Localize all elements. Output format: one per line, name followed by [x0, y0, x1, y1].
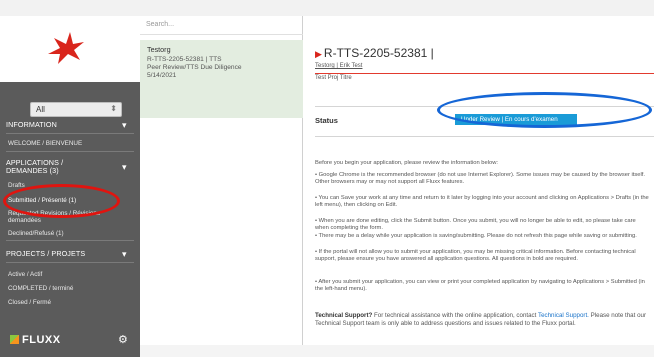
record-title-text: R-TTS-2205-52381 | — [323, 46, 434, 60]
divider — [6, 240, 134, 241]
tech-support-text: Technical Support? For technical assista… — [315, 312, 651, 328]
divider — [140, 34, 303, 35]
sidebar-item-active[interactable]: Active / Actif — [8, 271, 42, 278]
list-item[interactable]: Testorg R-TTS-2205-52381 | TTS Peer Revi… — [140, 40, 303, 118]
detail-panel: ▶ R-TTS-2205-52381 | Testorg | Erik Test … — [303, 16, 654, 357]
divider — [315, 136, 654, 137]
record-list: Search... Testorg R-TTS-2205-52381 | TTS… — [140, 16, 303, 357]
bottom-bar — [140, 345, 654, 357]
chevron-down-icon: ▾ — [122, 162, 127, 172]
chevron-down-icon: ▾ — [122, 249, 127, 259]
card-line: Peer Review/TTS Due Diligence — [147, 64, 242, 71]
fluxx-logo-icon — [10, 335, 19, 344]
bullet-save: • You can Save your work at any time and… — [315, 195, 649, 209]
gear-icon[interactable]: ⚙ — [118, 333, 128, 346]
card-title: Testorg — [147, 45, 171, 54]
bullet-delay: • There may be a delay while your applic… — [315, 233, 637, 239]
filter-value: All — [36, 105, 45, 114]
bullet-submit: • When you are done editing, click the S… — [315, 218, 636, 232]
divider — [6, 133, 134, 134]
chevron-down-icon: ▾ — [122, 120, 127, 130]
card-line: 5/14/2021 — [147, 72, 177, 79]
sidebar-section-information[interactable]: INFORMATION ▾ — [6, 120, 127, 130]
bullet-after-submit: • After you submit your application, you… — [315, 279, 645, 293]
tech-support-link[interactable]: Technical Support. — [538, 312, 589, 319]
project-title: Test Proj Titre — [315, 75, 352, 81]
org-line[interactable]: Testorg | Erik Test — [315, 63, 362, 69]
record-title: ▶ R-TTS-2205-52381 | — [315, 46, 434, 60]
card-line: R-TTS-2205-52381 | TTS — [147, 56, 222, 63]
sidebar-item-welcome[interactable]: WELCOME / BIENVENUE — [8, 140, 82, 147]
bullet-chrome: • Google Chrome is the recommended brows… — [315, 172, 646, 186]
sidebar-item-completed[interactable]: COMPLETED / terminé — [8, 285, 73, 292]
divider — [315, 73, 654, 74]
search-input[interactable]: Search... — [146, 21, 174, 28]
fluxx-brand: FLUXX — [10, 334, 61, 346]
sidebar-item-declined[interactable]: Declined/Refusé (1) — [8, 230, 64, 237]
sidebar-section-projects[interactable]: PROJECTS / PROJETS ▾ — [6, 249, 127, 259]
divider — [6, 151, 134, 152]
tech-support-body: For technical assistance with the online… — [374, 312, 537, 319]
bird-logo-icon: ▶ — [315, 49, 322, 59]
sidebar-section-applications[interactable]: APPLICATIONS / DEMANDES (3) ▾ — [6, 158, 127, 175]
annotation-ring-status — [437, 92, 652, 128]
sidebar-item-closed[interactable]: Closed / Fermé — [8, 299, 51, 306]
status-label: Status — [315, 116, 338, 125]
bullet-missing: • If the portal will not allow you to su… — [315, 249, 636, 263]
chevron-down-icon: ⬍ — [110, 104, 117, 113]
brand-label: FLUXX — [22, 334, 61, 346]
sidebar-section-label: APPLICATIONS / DEMANDES (3) — [6, 158, 64, 175]
tech-support-label: Technical Support? — [315, 312, 373, 319]
top-strip — [0, 0, 654, 16]
sidebar-section-label: INFORMATION — [6, 120, 57, 129]
divider — [6, 262, 134, 263]
logo-area — [0, 16, 140, 82]
filter-select[interactable]: All ⬍ — [30, 102, 122, 117]
annotation-ring-submitted — [3, 184, 120, 218]
bird-logo-icon — [48, 32, 84, 64]
intro-text: Before you begin your application, pleas… — [315, 160, 499, 166]
sidebar-section-label: PROJECTS / PROJETS — [6, 249, 86, 258]
